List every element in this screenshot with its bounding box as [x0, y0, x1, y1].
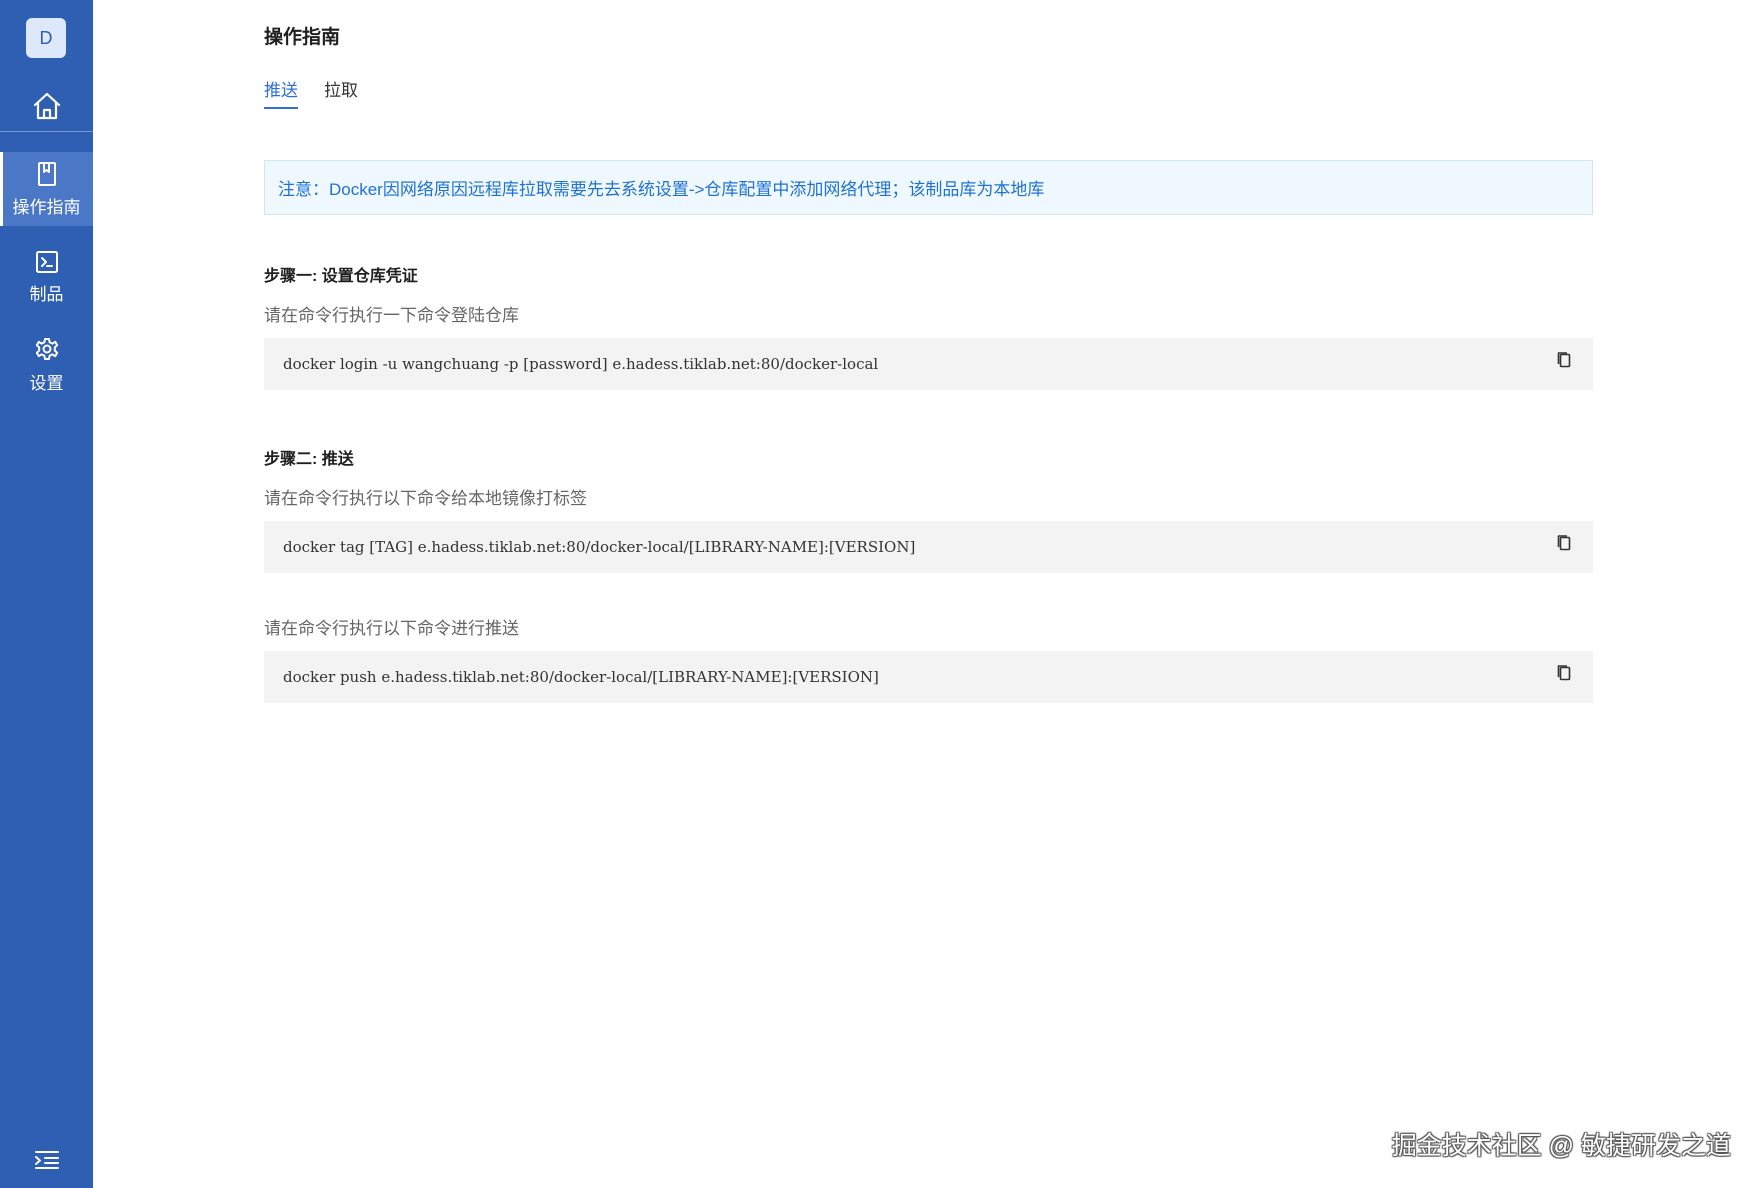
sidebar-item-label: 设置 — [29, 373, 64, 393]
watermark: 掘金技术社区 @ 敏捷研发之道 — [1391, 1132, 1731, 1160]
tag-command: docker tag [TAG] e.hadess.tiklab.net:80/… — [283, 538, 916, 556]
login-command: docker login -u wangchuang -p [password]… — [283, 355, 879, 373]
avatar[interactable]: D — [26, 18, 66, 58]
tab-pull[interactable]: 拉取 — [324, 76, 358, 109]
sidebar-item-settings[interactable]: 设置 — [0, 328, 93, 402]
menu-collapse-icon — [34, 1150, 60, 1170]
step-two-title: 步骤二: 推送 — [264, 451, 354, 468]
copy-icon[interactable] — [1555, 533, 1573, 553]
step-one-title: 步骤一: 设置仓库凭证 — [264, 268, 418, 285]
sidebar-divider — [0, 131, 93, 132]
page-title: 操作指南 — [264, 27, 341, 48]
sidebar-item-label: 操作指南 — [12, 197, 81, 217]
tab-push[interactable]: 推送 — [264, 76, 298, 109]
push-command: docker push e.hadess.tiklab.net:80/docke… — [283, 668, 879, 686]
step-two-tag-description: 请在命令行执行以下命令给本地镜像打标签 — [264, 489, 587, 508]
gear-icon — [34, 337, 60, 363]
copy-icon[interactable] — [1555, 350, 1573, 370]
step-one-description: 请在命令行执行一下命令登陆仓库 — [264, 306, 519, 325]
notice-banner: 注意：Docker因网络原因远程库拉取需要先去系统设置->仓库配置中添加网络代理… — [264, 160, 1593, 215]
push-command-block: docker push e.hadess.tiklab.net:80/docke… — [264, 651, 1593, 703]
login-command-block: docker login -u wangchuang -p [password]… — [264, 338, 1593, 390]
tag-command-block: docker tag [TAG] e.hadess.tiklab.net:80/… — [264, 521, 1593, 573]
sidebar-item-guide[interactable]: 操作指南 — [0, 152, 93, 226]
terminal-icon — [35, 250, 59, 274]
step-two-push-description: 请在命令行执行以下命令进行推送 — [264, 619, 519, 638]
sidebar-item-artifacts[interactable]: 制品 — [0, 240, 93, 314]
book-icon — [35, 161, 59, 187]
home-icon — [31, 90, 63, 122]
tab-bar: 推送 拉取 — [264, 76, 384, 109]
sidebar: D 操作指南 制品 设置 — [0, 0, 93, 1188]
copy-icon[interactable] — [1555, 663, 1573, 683]
sidebar-item-label: 制品 — [29, 284, 64, 304]
home-button[interactable] — [0, 82, 93, 130]
collapse-sidebar-button[interactable] — [33, 1148, 61, 1172]
